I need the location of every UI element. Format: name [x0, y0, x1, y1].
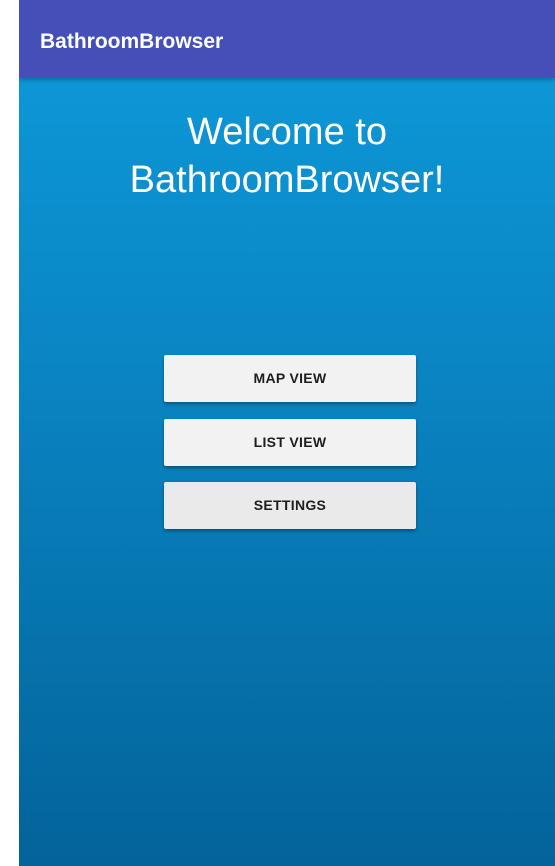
app-screen: BathroomBrowser Welcome to BathroomBrows… [19, 0, 555, 866]
welcome-line-2: BathroomBrowser! [129, 159, 445, 201]
settings-button[interactable]: SETTINGS [164, 482, 416, 529]
map-view-button[interactable]: MAP VIEW [164, 355, 416, 402]
app-title: BathroomBrowser [40, 30, 224, 53]
welcome-line-1: Welcome to [187, 111, 387, 153]
app-bar: BathroomBrowser [19, 0, 555, 78]
welcome-heading: Welcome to BathroomBrowser! [19, 108, 555, 204]
list-view-button[interactable]: LIST VIEW [164, 419, 416, 466]
